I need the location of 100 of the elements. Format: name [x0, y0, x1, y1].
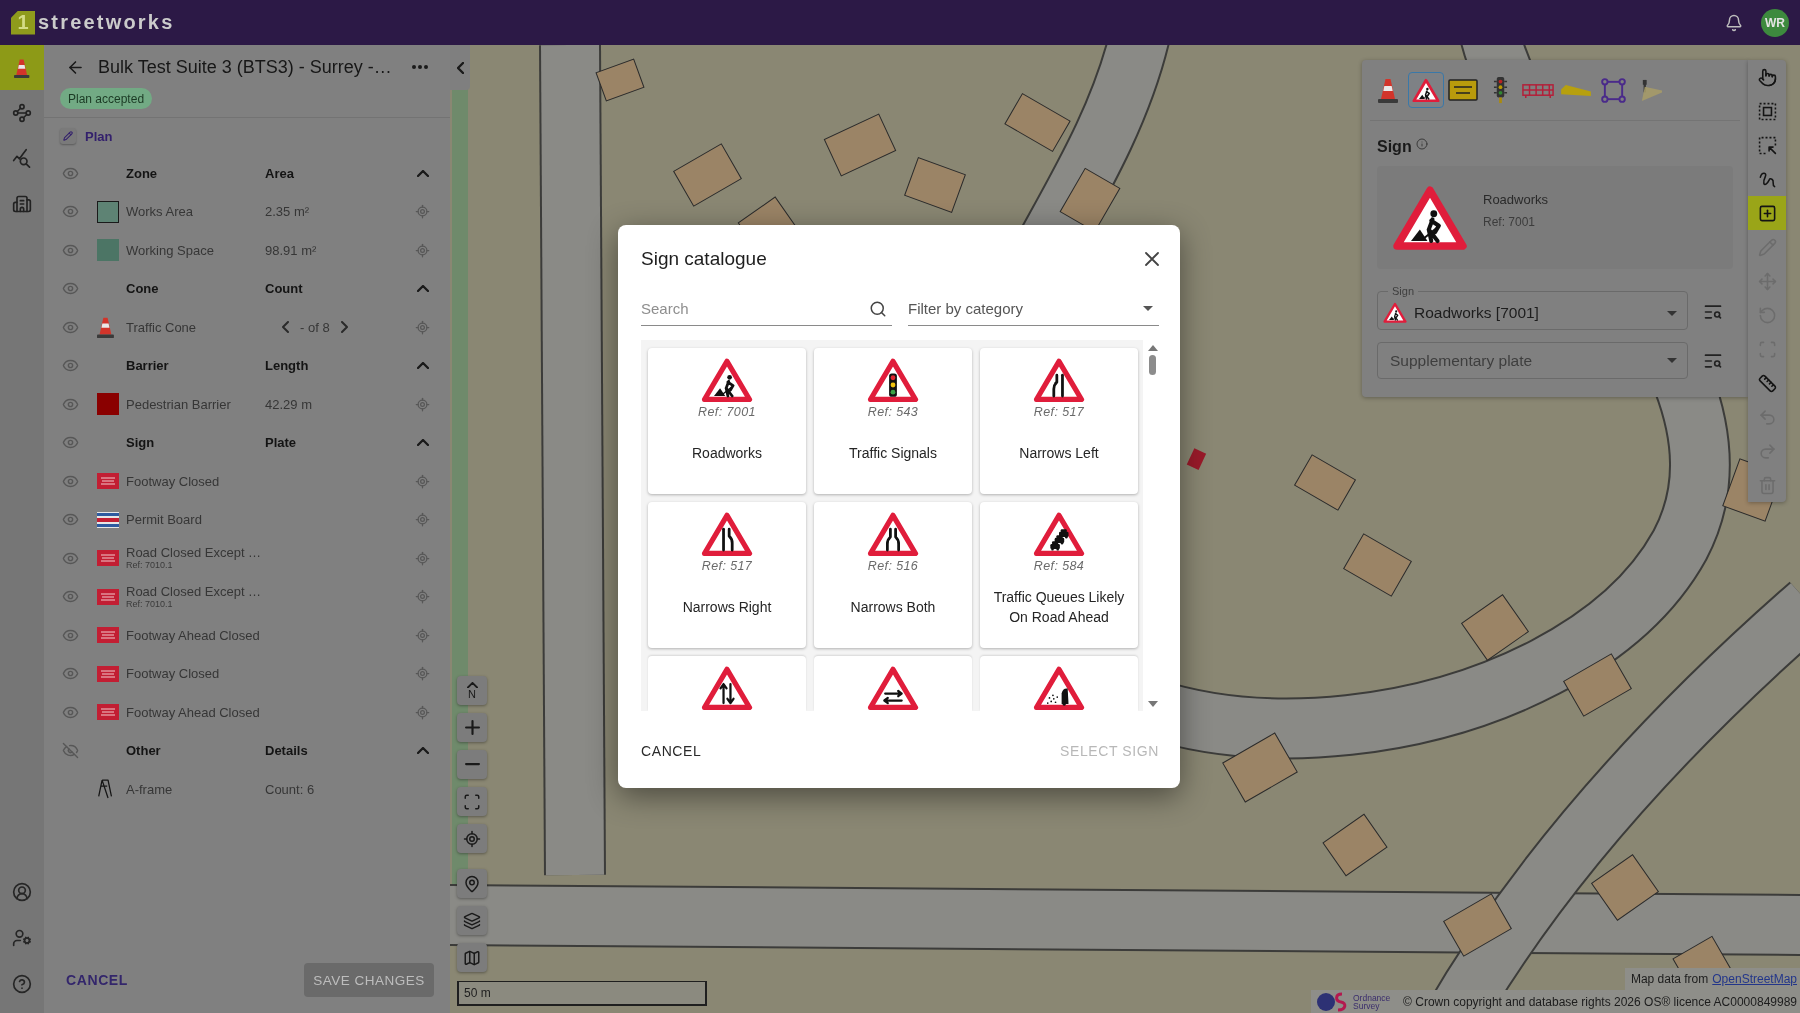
item-name: A-frame [126, 781, 174, 797]
account-icon[interactable] [12, 882, 32, 902]
item-name: Road Closed Except … [126, 583, 263, 599]
sign-ref: Ref: 517 [701, 559, 753, 574]
sign-card[interactable]: Ref: 7001 Roadworks [648, 347, 806, 494]
info-icon[interactable] [1415, 138, 1428, 150]
tool-button[interactable] [1748, 196, 1786, 230]
item-value: Count: 6 [265, 781, 315, 797]
collapse-tab[interactable] [450, 45, 470, 90]
map-control-button[interactable] [457, 906, 487, 935]
collapse-chevron-icon[interactable] [416, 747, 429, 755]
add-icon [1757, 203, 1777, 223]
map-control-button[interactable] [457, 713, 487, 742]
sign-select[interactable]: Sign Roadworks [7001] [1377, 285, 1688, 330]
tool-button[interactable] [1407, 72, 1444, 108]
collapse-chevron-icon[interactable] [416, 285, 429, 293]
select-placeholder: Supplementary plate [1389, 351, 1534, 370]
category-select[interactable]: Filter by category [908, 292, 1159, 326]
sign-card[interactable]: Ref: 517 Narrows Right [648, 501, 806, 648]
traffic-cone-icon [1378, 77, 1398, 103]
item-name: Footway Ahead Closed [126, 704, 261, 720]
car-and-stones-sign-icon [1033, 664, 1085, 711]
layers-icon [463, 911, 481, 930]
map-control-button[interactable] [457, 750, 487, 779]
more-icon[interactable] [412, 65, 428, 69]
locate-icon[interactable] [415, 242, 430, 258]
road-narrows-sign-icon [1033, 356, 1085, 403]
roadworks-sign-icon [1383, 302, 1407, 324]
sign-plate-icon [97, 665, 119, 682]
sign-plate-icon [97, 627, 119, 644]
locate-icon[interactable] [415, 473, 430, 489]
map-icon [463, 948, 481, 967]
help-icon[interactable] [12, 974, 32, 994]
locate-icon[interactable] [415, 589, 430, 605]
eye-off-icon[interactable] [62, 742, 79, 760]
map-control-button[interactable]: N [457, 676, 487, 705]
search-field[interactable]: Search [641, 292, 892, 326]
map-control-button[interactable] [457, 824, 487, 853]
map-control-button[interactable] [457, 869, 487, 898]
locate-icon[interactable] [415, 627, 430, 643]
search-icon[interactable] [869, 299, 887, 318]
sign-card[interactable]: Ref: 584 Traffic Queues Likely On Road Ahead [980, 501, 1138, 648]
sign-name: Roadworks [692, 444, 762, 464]
item-name: Traffic Cone [126, 319, 198, 335]
traffic-cone-icon [97, 316, 114, 339]
chart-search-icon [12, 148, 32, 169]
locate-icon[interactable] [415, 704, 430, 720]
locate-icon[interactable] [415, 550, 430, 566]
wedge-icon [1559, 83, 1592, 97]
item-ref: Ref: 7010.1 [126, 560, 174, 572]
bell-icon[interactable] [1725, 13, 1743, 32]
collapse-chevron-icon[interactable] [416, 439, 429, 447]
section-title: Sign [1377, 138, 1412, 156]
dialog-title: Sign catalogue [641, 247, 767, 270]
group-label: Barrier [126, 358, 170, 374]
sign-plate-icon [97, 704, 119, 721]
user-settings-icon[interactable] [12, 928, 32, 948]
scroll-down-icon[interactable] [1147, 700, 1158, 707]
sign-card[interactable]: Ref: 516 Narrows Both [814, 501, 972, 648]
section-label: Plan [85, 128, 113, 144]
item-name: Road Closed Except … [126, 545, 263, 561]
scroll-up-icon[interactable] [1147, 344, 1158, 351]
sign-card[interactable] [648, 655, 806, 711]
locate-icon[interactable] [415, 512, 430, 528]
scrollbar-thumb[interactable] [1149, 354, 1157, 375]
locate-icon[interactable] [415, 204, 430, 220]
close-icon[interactable] [1145, 251, 1159, 266]
locate-icon[interactable] [415, 396, 430, 412]
sign-plate-icon [97, 473, 119, 490]
column-heading: Count [265, 281, 303, 297]
status-badge: Plan accepted [60, 88, 153, 109]
sign-ref: Ref: 7001 [698, 405, 756, 420]
item-value: 98.91 m² [265, 242, 317, 258]
map-control-button[interactable] [457, 943, 487, 972]
sign-name: Narrows Right [682, 598, 772, 618]
sign-ref: Ref: 516 [867, 559, 919, 574]
sign-name: Narrows Left [1019, 444, 1099, 464]
item-value: 42.29 m [265, 396, 312, 412]
collapse-chevron-icon[interactable] [416, 169, 429, 177]
locate-icon[interactable] [415, 319, 430, 335]
roadworks-sign-icon [701, 356, 753, 403]
sign-ref: Ref: 543 [867, 405, 919, 420]
item-name: Footway Closed [126, 666, 221, 682]
sign-card[interactable]: Ref: 517 Narrows Left [980, 347, 1138, 494]
group-label: Sign [126, 435, 156, 451]
cancel-button[interactable]: CANCEL [641, 742, 702, 759]
sign-card[interactable] [980, 655, 1138, 711]
collapse-chevron-icon[interactable] [416, 362, 429, 370]
roadworks-sign-icon [1411, 77, 1440, 103]
locate-icon[interactable] [415, 666, 430, 682]
fit-frame-icon [463, 792, 481, 811]
sign-card[interactable] [814, 655, 972, 711]
sign-card[interactable]: Ref: 543 Traffic Signals [814, 347, 972, 494]
previous-icon[interactable] [282, 321, 289, 334]
next-icon[interactable] [340, 321, 348, 334]
roadworks-sign-icon [1392, 183, 1468, 252]
traffic-lights-sign-icon [867, 356, 919, 403]
map-control-button[interactable] [457, 787, 487, 816]
field-label: Sign [1391, 285, 1416, 297]
group-label: Other [126, 743, 162, 759]
